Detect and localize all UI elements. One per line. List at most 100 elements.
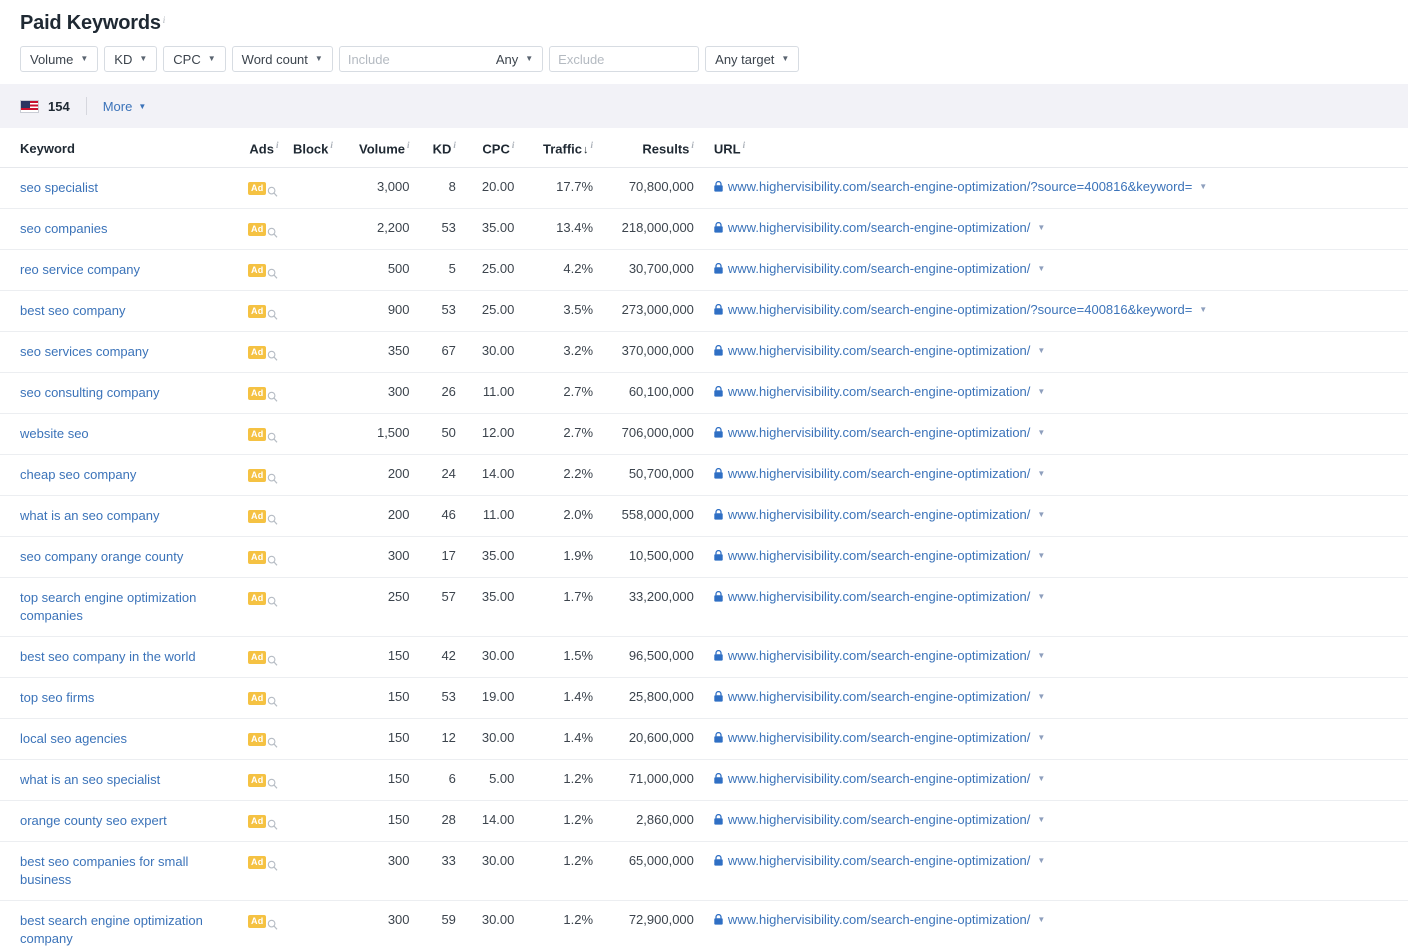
column-header-results[interactable]: Resultsi (601, 128, 702, 168)
ad-badge[interactable]: Ad (248, 856, 266, 869)
table-row[interactable]: local seo agenciesAd1501230.001.4%20,600… (0, 719, 1408, 760)
table-row[interactable]: seo specialistAd3,000820.0017.7%70,800,0… (0, 168, 1408, 209)
url-link[interactable]: www.highervisibility.com/search-engine-o… (728, 771, 1031, 786)
keyword-link[interactable]: seo companies (20, 220, 107, 238)
ad-badge[interactable]: Ad (248, 651, 266, 664)
url-link[interactable]: www.highervisibility.com/search-engine-o… (728, 648, 1031, 663)
keyword-link[interactable]: website seo (20, 425, 89, 443)
keyword-link[interactable]: what is an seo company (20, 507, 159, 525)
keyword-link[interactable]: best seo company in the world (20, 648, 196, 666)
magnifier-icon[interactable] (267, 227, 278, 239)
filter-kd-button[interactable]: KD ▼ (104, 46, 157, 72)
table-row[interactable]: best seo companies for small businessAd3… (0, 842, 1408, 901)
url-link[interactable]: www.highervisibility.com/search-engine-o… (728, 302, 1192, 317)
cell-block[interactable] (290, 801, 344, 842)
url-link[interactable]: www.highervisibility.com/search-engine-o… (728, 384, 1031, 399)
keyword-link[interactable]: top seo firms (20, 689, 94, 707)
chevron-down-icon[interactable]: ▼ (1037, 857, 1045, 865)
chevron-down-icon[interactable]: ▼ (1199, 183, 1207, 191)
info-icon[interactable]: i (407, 140, 410, 150)
chevron-down-icon[interactable]: ▼ (1037, 429, 1045, 437)
keyword-link[interactable]: seo services company (20, 343, 149, 361)
chevron-down-icon[interactable]: ▼ (1037, 652, 1045, 660)
url-link[interactable]: www.highervisibility.com/search-engine-o… (728, 548, 1031, 563)
keyword-link[interactable]: best seo company (20, 302, 126, 320)
cell-block[interactable] (290, 760, 344, 801)
chevron-down-icon[interactable]: ▼ (1037, 734, 1045, 742)
chevron-down-icon[interactable]: ▼ (1037, 693, 1045, 701)
ad-badge[interactable]: Ad (248, 305, 266, 318)
magnifier-icon[interactable] (267, 186, 278, 198)
magnifier-icon[interactable] (267, 778, 278, 790)
keyword-link[interactable]: seo specialist (20, 179, 98, 197)
info-icon[interactable]: i (691, 140, 694, 150)
filter-word-count-button[interactable]: Word count ▼ (232, 46, 333, 72)
url-link[interactable]: www.highervisibility.com/search-engine-o… (728, 689, 1031, 704)
column-header-volume[interactable]: Volumei (345, 128, 418, 168)
chevron-down-icon[interactable]: ▼ (1037, 775, 1045, 783)
url-link[interactable]: www.highervisibility.com/search-engine-o… (728, 912, 1031, 927)
info-icon[interactable]: i (743, 140, 746, 150)
filter-cpc-button[interactable]: CPC ▼ (163, 46, 225, 72)
chevron-down-icon[interactable]: ▼ (1037, 224, 1045, 232)
info-icon[interactable]: i (330, 140, 333, 150)
chevron-down-icon[interactable]: ▼ (1037, 511, 1045, 519)
magnifier-icon[interactable] (267, 432, 278, 444)
table-row[interactable]: seo services companyAd3506730.003.2%370,… (0, 332, 1408, 373)
url-link[interactable]: www.highervisibility.com/search-engine-o… (728, 730, 1031, 745)
cell-block[interactable] (290, 168, 344, 209)
table-row[interactable]: what is an seo companyAd2004611.002.0%55… (0, 496, 1408, 537)
url-link[interactable]: www.highervisibility.com/search-engine-o… (728, 589, 1031, 604)
table-row[interactable]: best seo companyAd9005325.003.5%273,000,… (0, 291, 1408, 332)
cell-block[interactable] (290, 209, 344, 250)
ad-badge[interactable]: Ad (248, 592, 266, 605)
magnifier-icon[interactable] (267, 350, 278, 362)
ad-badge[interactable]: Ad (248, 733, 266, 746)
chevron-down-icon[interactable]: ▼ (1199, 306, 1207, 314)
magnifier-icon[interactable] (267, 473, 278, 485)
column-header-ads[interactable]: Adsi (234, 128, 290, 168)
ad-badge[interactable]: Ad (248, 692, 266, 705)
keyword-link[interactable]: what is an seo specialist (20, 771, 160, 789)
ad-badge[interactable]: Ad (248, 182, 266, 195)
filter-volume-button[interactable]: Volume ▼ (20, 46, 98, 72)
magnifier-icon[interactable] (267, 514, 278, 526)
ad-badge[interactable]: Ad (248, 223, 266, 236)
table-row[interactable]: best search engine optimization companyA… (0, 901, 1408, 947)
keyword-link[interactable]: seo company orange county (20, 548, 183, 566)
url-link[interactable]: www.highervisibility.com/search-engine-o… (728, 425, 1031, 440)
table-row[interactable]: reo service companyAd500525.004.2%30,700… (0, 250, 1408, 291)
ad-badge[interactable]: Ad (248, 510, 266, 523)
page-title-info-icon[interactable]: i (163, 15, 166, 25)
cell-block[interactable] (290, 578, 344, 637)
chevron-down-icon[interactable]: ▼ (1037, 388, 1045, 396)
ad-badge[interactable]: Ad (248, 387, 266, 400)
ad-badge[interactable]: Ad (248, 915, 266, 928)
keyword-link[interactable]: orange county seo expert (20, 812, 167, 830)
cell-block[interactable] (290, 250, 344, 291)
chevron-down-icon[interactable]: ▼ (1037, 916, 1045, 924)
cell-block[interactable] (290, 842, 344, 901)
chevron-down-icon[interactable]: ▼ (1037, 470, 1045, 478)
filter-target-button[interactable]: Any target ▼ (705, 46, 799, 72)
url-link[interactable]: www.highervisibility.com/search-engine-o… (728, 261, 1031, 276)
cell-block[interactable] (290, 373, 344, 414)
cell-block[interactable] (290, 332, 344, 373)
column-header-cpc[interactable]: CPCi (464, 128, 522, 168)
chevron-down-icon[interactable]: ▼ (1037, 265, 1045, 273)
info-icon[interactable]: i (276, 140, 279, 150)
table-row[interactable]: orange county seo expertAd1502814.001.2%… (0, 801, 1408, 842)
table-row[interactable]: top seo firmsAd1505319.001.4%25,800,000w… (0, 678, 1408, 719)
magnifier-icon[interactable] (267, 819, 278, 831)
cell-block[interactable] (290, 455, 344, 496)
info-icon[interactable]: i (453, 140, 456, 150)
cell-block[interactable] (290, 414, 344, 455)
more-button[interactable]: More ▼ (103, 99, 147, 114)
info-icon[interactable]: i (512, 140, 515, 150)
column-header-url[interactable]: URLi (702, 128, 1408, 168)
include-match-mode-select[interactable]: Any ▼ (492, 52, 542, 67)
url-link[interactable]: www.highervisibility.com/search-engine-o… (728, 179, 1192, 194)
column-header-kd[interactable]: KDi (418, 128, 464, 168)
magnifier-icon[interactable] (267, 268, 278, 280)
keyword-link[interactable]: cheap seo company (20, 466, 136, 484)
